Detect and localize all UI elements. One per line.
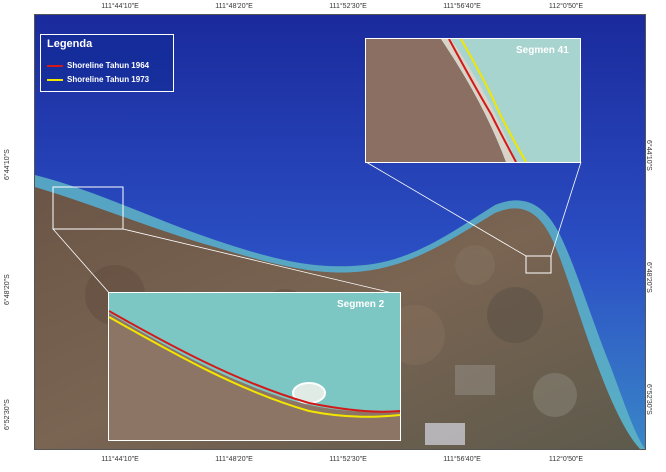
graticule-top-label-5: 112°0'50"E <box>548 3 584 10</box>
graticule-top-label-3: 111°52'30"E <box>329 3 367 10</box>
graticule-right-label-2: 6°48'20"S <box>645 262 652 293</box>
segment-2-title: Segmen 2 <box>337 299 385 310</box>
legend-swatch-red <box>47 64 63 67</box>
graticule-bottom-label-4: 111°56'40"E <box>443 456 481 463</box>
legend-label-1964: Shoreline Tahun 1964 <box>67 61 150 70</box>
legend-label-1973: Shoreline Tahun 1973 <box>67 75 150 84</box>
segment-2-inset: Segmen 2 <box>108 292 401 441</box>
graticule-top-label-2: 111°48'20"E <box>215 3 253 10</box>
graticule-bottom-label-5: 112°0'50"E <box>548 456 584 463</box>
graticule-bottom-label-1: 111°44'10"E <box>101 456 139 463</box>
map-legend: Legenda Shoreline Tahun 1964 Shoreline T… <box>40 34 174 92</box>
graticule-right-label-3: 6°52'30"S <box>645 384 652 415</box>
graticule-left-label-1: 6°44'10"S <box>4 149 11 180</box>
graticule-top-label-4: 111°56'40"E <box>443 3 481 10</box>
salt-pond <box>425 423 465 445</box>
segment-41-title: Segmen 41 <box>516 45 569 56</box>
legend-item-1973: Shoreline Tahun 1973 <box>47 75 149 84</box>
legend-swatch-yellow <box>47 78 63 81</box>
graticule-bottom-label-2: 111°48'20"E <box>215 456 253 463</box>
segment-2-image <box>109 293 400 440</box>
graticule-left-label-2: 6°48'20"S <box>4 274 11 305</box>
graticule-right-label-1: 6°44'10"S <box>645 140 652 171</box>
segment-41-image <box>366 39 580 162</box>
legend-title: Legenda <box>47 38 93 50</box>
graticule-bottom-label-3: 111°52'30"E <box>329 456 367 463</box>
graticule-top-label-1: 111°44'10"E <box>101 3 139 10</box>
legend-item-1964: Shoreline Tahun 1964 <box>47 61 149 70</box>
graticule-left-label-3: 6°52'30"S <box>4 399 11 430</box>
segment-41-inset: Segmen 41 <box>365 38 581 163</box>
